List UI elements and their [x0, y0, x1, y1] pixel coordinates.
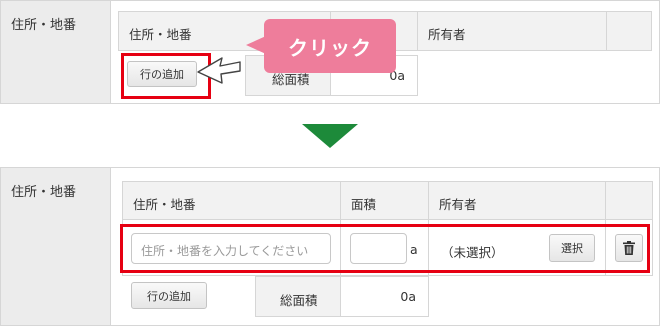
- section-label-cell: 住所・地番: [1, 168, 111, 325]
- header-address: 住所・地番: [122, 181, 341, 220]
- header-owner: 所有者: [417, 11, 607, 51]
- header-action: [606, 11, 652, 51]
- header-address-label: 住所・地番: [129, 27, 192, 42]
- click-callout: クリック: [264, 19, 396, 73]
- total-area-label: 総面積: [280, 293, 318, 308]
- header-area: 面積: [340, 181, 429, 220]
- section-label: 住所・地番: [11, 185, 77, 200]
- cursor-arrow-icon: [197, 57, 241, 84]
- after-panel: 住所・地番 住所・地番 面積 所有者 住所・地番を入力してください a （未選択…: [0, 167, 660, 326]
- callout-tail: [246, 36, 266, 54]
- header-owner-label: 所有者: [428, 27, 466, 42]
- section-label-cell: 住所・地番: [1, 1, 111, 103]
- total-area-label-cell: 総面積: [255, 276, 341, 317]
- header-action: [605, 181, 653, 220]
- header-address-label: 住所・地番: [133, 197, 196, 212]
- header-area-label: 面積: [351, 197, 377, 212]
- callout-text: クリック: [288, 35, 372, 60]
- header-owner: 所有者: [428, 181, 606, 220]
- highlight-new-row: [120, 224, 650, 273]
- section-label: 住所・地番: [11, 18, 77, 33]
- header-owner-label: 所有者: [439, 197, 477, 212]
- total-area-value-cell: 0a: [340, 276, 429, 317]
- total-area-value: 0a: [400, 289, 416, 304]
- add-row-button[interactable]: 行の追加: [131, 282, 207, 309]
- down-arrow-icon: [302, 124, 358, 148]
